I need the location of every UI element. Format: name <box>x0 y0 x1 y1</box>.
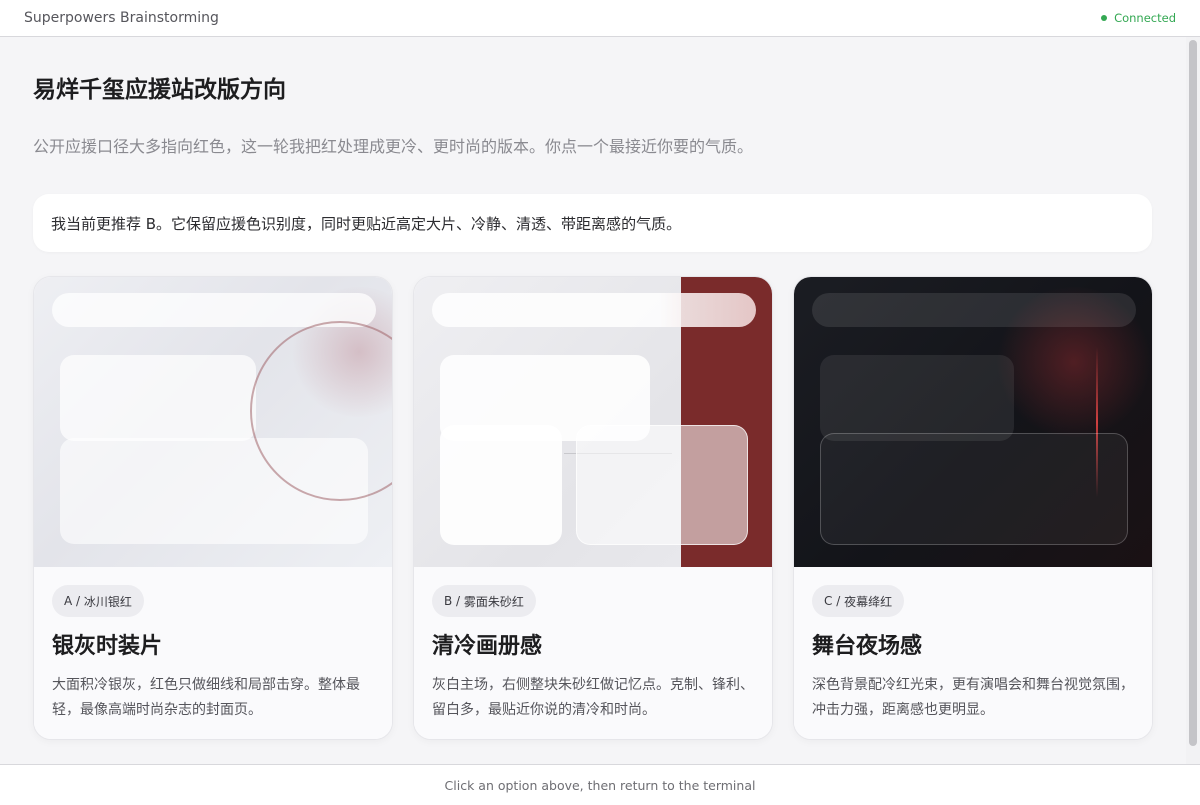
preview-panel <box>60 355 256 441</box>
footer-hint: Click an option above, then return to th… <box>444 777 756 793</box>
preview-panel <box>440 425 562 545</box>
vertical-scrollbar[interactable] <box>1186 37 1200 764</box>
recommendation-box: 我当前更推荐 B。它保留应援色识别度，同时更贴近高定大片、冷静、清透、带距离感的… <box>33 194 1152 252</box>
preview-image-b <box>414 277 772 567</box>
option-letter: A <box>64 594 73 608</box>
option-card-c[interactable]: C / 夜幕绛红 舞台夜场感 深色背景配冷红光束，更有演唱会和舞台视觉氛围，冲击… <box>793 276 1153 740</box>
preview-panel <box>820 433 1128 545</box>
status-label: Connected <box>1114 11 1176 25</box>
chip-separator: / <box>452 594 464 608</box>
card-title: 舞台夜场感 <box>812 634 923 659</box>
card-title: 银灰时装片 <box>52 634 163 659</box>
preview-image-c <box>794 277 1152 567</box>
option-card-a[interactable]: A / 冰川银红 银灰时装片 大面积冷银灰，红色只做细线和局部击穿。整体最轻，最… <box>33 276 393 740</box>
option-chip: B / 雾面朱砂红 <box>432 585 536 617</box>
card-description: 深色背景配冷红光束，更有演唱会和舞台视觉氛围，冲击力强，距离感也更明显。 <box>812 677 1134 718</box>
preview-panel <box>576 425 748 545</box>
card-body: B / 雾面朱砂红 清冷画册感 灰白主场，右侧整块朱砂红做记忆点。克制、锋利、留… <box>414 567 772 739</box>
chip-separator: / <box>832 594 845 608</box>
page-title: 易烊千玺应援站改版方向 <box>33 77 286 103</box>
preview-header-bar <box>812 293 1136 327</box>
card-body: A / 冰川银红 银灰时装片 大面积冷银灰，红色只做细线和局部击穿。整体最轻，最… <box>34 567 392 739</box>
card-description: 大面积冷银灰，红色只做细线和局部击穿。整体最轻，最像高端时尚杂志的封面页。 <box>52 677 360 718</box>
preview-image-a <box>34 277 392 567</box>
main-content: 易烊千玺应援站改版方向 公开应援口径大多指向红色，这一轮我把红处理成更冷、更时尚… <box>0 37 1186 764</box>
option-name: 夜幕绛红 <box>844 594 893 609</box>
page-subtitle: 公开应援口径大多指向红色，这一轮我把红处理成更冷、更时尚的版本。你点一个最接近你… <box>33 137 754 156</box>
option-letter: C <box>824 594 833 608</box>
option-name: 冰川银红 <box>83 594 132 609</box>
scrollbar-thumb[interactable] <box>1189 40 1197 746</box>
recommendation-text: 我当前更推荐 B。它保留应援色识别度，同时更贴近高定大片、冷静、清透、带距离感的… <box>51 214 682 233</box>
card-description: 灰白主场，右侧整块朱砂红做记忆点。克制、锋利、留白多，最贴近你说的清冷和时尚。 <box>432 677 754 718</box>
connection-status: Connected <box>1101 11 1176 25</box>
app-title: Superpowers Brainstorming <box>24 10 219 26</box>
chip-separator: / <box>72 594 84 608</box>
top-bar: Superpowers Brainstorming Connected <box>0 0 1200 37</box>
option-letter: B <box>444 594 453 608</box>
status-dot-icon <box>1101 15 1108 21</box>
option-chip: A / 冰川银红 <box>52 585 144 617</box>
footer-bar: Click an option above, then return to th… <box>0 764 1200 805</box>
preview-header-bar <box>432 293 756 327</box>
option-name: 雾面朱砂红 <box>463 594 524 609</box>
preview-panel <box>820 355 1014 441</box>
option-cards: A / 冰川银红 银灰时装片 大面积冷银灰，红色只做细线和局部击穿。整体最轻，最… <box>33 276 1153 740</box>
card-body: C / 夜幕绛红 舞台夜场感 深色背景配冷红光束，更有演唱会和舞台视觉氛围，冲击… <box>794 567 1152 739</box>
option-card-b[interactable]: B / 雾面朱砂红 清冷画册感 灰白主场，右侧整块朱砂红做记忆点。克制、锋利、留… <box>413 276 773 740</box>
card-title: 清冷画册感 <box>432 634 543 659</box>
option-chip: C / 夜幕绛红 <box>812 585 905 617</box>
